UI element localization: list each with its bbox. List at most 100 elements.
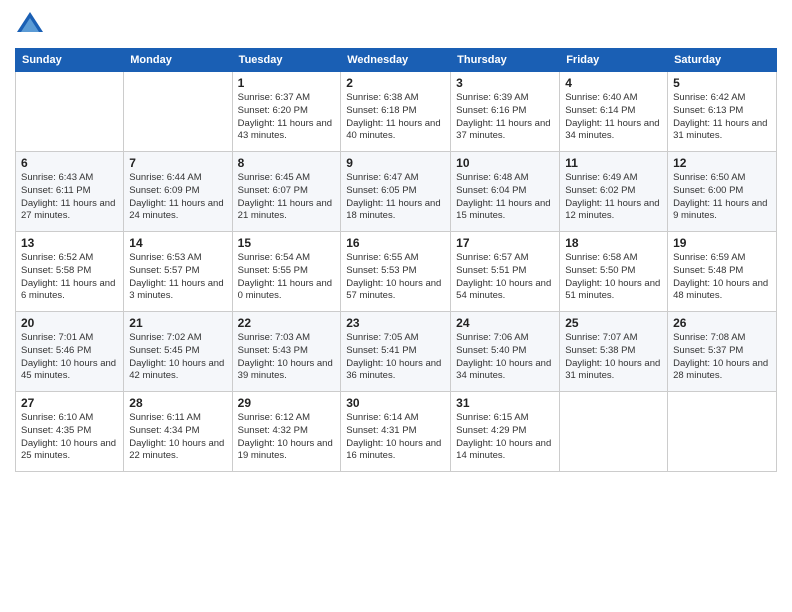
day-info: Sunrise: 6:53 AM Sunset: 5:57 PM Dayligh… xyxy=(129,252,226,303)
day-info: Sunrise: 7:08 AM Sunset: 5:37 PM Dayligh… xyxy=(673,332,771,383)
day-cell: 2 Sunrise: 6:38 AM Sunset: 6:18 PM Daylig… xyxy=(341,72,451,152)
weekday-friday: Friday xyxy=(560,49,668,72)
weekday-monday: Monday xyxy=(124,49,232,72)
day-cell: 27 Sunrise: 6:10 AM Sunset: 4:35 PM Dayli… xyxy=(16,392,124,472)
day-cell: 21Sunrise: 7:02 AM Sunset: 5:45 PM Dayli… xyxy=(124,312,232,392)
day-info: Sunrise: 6:50 AM Sunset: 6:00 PM Dayligh… xyxy=(673,172,771,223)
day-info: Sunrise: 6:37 AM Sunset: 6:20 PM Dayligh… xyxy=(238,92,336,143)
day-info: Sunrise: 6:44 AM Sunset: 6:09 PM Dayligh… xyxy=(129,172,226,223)
day-cell: 23Sunrise: 7:05 AM Sunset: 5:41 PM Dayli… xyxy=(341,312,451,392)
day-cell: 11 Sunrise: 6:49 AM Sunset: 6:02 PM Dayli… xyxy=(560,152,668,232)
weekday-saturday: Saturday xyxy=(668,49,777,72)
day-info: Sunrise: 6:54 AM Sunset: 5:55 PM Dayligh… xyxy=(238,252,336,303)
day-number: 2 xyxy=(346,76,445,90)
day-cell xyxy=(560,392,668,472)
day-info: Sunrise: 6:57 AM Sunset: 5:51 PM Dayligh… xyxy=(456,252,554,303)
day-number: 7 xyxy=(129,156,226,170)
day-number: 12 xyxy=(673,156,771,170)
weekday-header-row: SundayMondayTuesdayWednesdayThursdayFrid… xyxy=(16,49,777,72)
day-number: 26 xyxy=(673,316,771,330)
day-number: 8 xyxy=(238,156,336,170)
weekday-thursday: Thursday xyxy=(451,49,560,72)
day-number: 24 xyxy=(456,316,554,330)
day-info: Sunrise: 7:07 AM Sunset: 5:38 PM Dayligh… xyxy=(565,332,662,383)
day-number: 14 xyxy=(129,236,226,250)
day-cell: 31 Sunrise: 6:15 AM Sunset: 4:29 PM Dayli… xyxy=(451,392,560,472)
day-info: Sunrise: 6:10 AM Sunset: 4:35 PM Dayligh… xyxy=(21,412,118,463)
weekday-tuesday: Tuesday xyxy=(232,49,341,72)
day-info: Sunrise: 6:14 AM Sunset: 4:31 PM Dayligh… xyxy=(346,412,445,463)
week-row-1: 1 Sunrise: 6:37 AM Sunset: 6:20 PM Daylig… xyxy=(16,72,777,152)
day-number: 27 xyxy=(21,396,118,410)
day-cell: 16 Sunrise: 6:55 AM Sunset: 5:53 PM Dayli… xyxy=(341,232,451,312)
day-number: 13 xyxy=(21,236,118,250)
page: SundayMondayTuesdayWednesdayThursdayFrid… xyxy=(0,0,792,612)
day-cell: 15 Sunrise: 6:54 AM Sunset: 5:55 PM Dayli… xyxy=(232,232,341,312)
day-info: Sunrise: 6:55 AM Sunset: 5:53 PM Dayligh… xyxy=(346,252,445,303)
logo-icon xyxy=(15,10,45,40)
day-cell: 6 Sunrise: 6:43 AM Sunset: 6:11 PM Daylig… xyxy=(16,152,124,232)
week-row-5: 27 Sunrise: 6:10 AM Sunset: 4:35 PM Dayli… xyxy=(16,392,777,472)
day-cell: 12 Sunrise: 6:50 AM Sunset: 6:00 PM Dayli… xyxy=(668,152,777,232)
logo xyxy=(15,10,49,40)
week-row-4: 20 Sunrise: 7:01 AM Sunset: 5:46 PM Dayli… xyxy=(16,312,777,392)
day-cell: 3 Sunrise: 6:39 AM Sunset: 6:16 PM Daylig… xyxy=(451,72,560,152)
day-cell xyxy=(124,72,232,152)
day-number: 16 xyxy=(346,236,445,250)
day-info: Sunrise: 6:39 AM Sunset: 6:16 PM Dayligh… xyxy=(456,92,554,143)
day-cell: 7 Sunrise: 6:44 AM Sunset: 6:09 PM Daylig… xyxy=(124,152,232,232)
day-info: Sunrise: 6:11 AM Sunset: 4:34 PM Dayligh… xyxy=(129,412,226,463)
day-cell: 28Sunrise: 6:11 AM Sunset: 4:34 PM Dayli… xyxy=(124,392,232,472)
day-cell: 19 Sunrise: 6:59 AM Sunset: 5:48 PM Dayli… xyxy=(668,232,777,312)
day-cell: 5 Sunrise: 6:42 AM Sunset: 6:13 PM Daylig… xyxy=(668,72,777,152)
weekday-sunday: Sunday xyxy=(16,49,124,72)
day-number: 20 xyxy=(21,316,118,330)
day-number: 31 xyxy=(456,396,554,410)
day-info: Sunrise: 7:03 AM Sunset: 5:43 PM Dayligh… xyxy=(238,332,336,383)
day-cell: 14 Sunrise: 6:53 AM Sunset: 5:57 PM Dayli… xyxy=(124,232,232,312)
day-info: Sunrise: 6:38 AM Sunset: 6:18 PM Dayligh… xyxy=(346,92,445,143)
day-info: Sunrise: 6:49 AM Sunset: 6:02 PM Dayligh… xyxy=(565,172,662,223)
day-number: 29 xyxy=(238,396,336,410)
day-number: 19 xyxy=(673,236,771,250)
weekday-wednesday: Wednesday xyxy=(341,49,451,72)
day-number: 17 xyxy=(456,236,554,250)
day-number: 30 xyxy=(346,396,445,410)
day-cell: 29 Sunrise: 6:12 AM Sunset: 4:32 PM Dayli… xyxy=(232,392,341,472)
day-info: Sunrise: 6:59 AM Sunset: 5:48 PM Dayligh… xyxy=(673,252,771,303)
day-info: Sunrise: 6:15 AM Sunset: 4:29 PM Dayligh… xyxy=(456,412,554,463)
day-info: Sunrise: 7:06 AM Sunset: 5:40 PM Dayligh… xyxy=(456,332,554,383)
day-number: 1 xyxy=(238,76,336,90)
day-info: Sunrise: 6:45 AM Sunset: 6:07 PM Dayligh… xyxy=(238,172,336,223)
day-cell: 30 Sunrise: 6:14 AM Sunset: 4:31 PM Dayli… xyxy=(341,392,451,472)
day-info: Sunrise: 6:40 AM Sunset: 6:14 PM Dayligh… xyxy=(565,92,662,143)
day-cell: 26 Sunrise: 7:08 AM Sunset: 5:37 PM Dayli… xyxy=(668,312,777,392)
day-info: Sunrise: 6:12 AM Sunset: 4:32 PM Dayligh… xyxy=(238,412,336,463)
day-cell: 8 Sunrise: 6:45 AM Sunset: 6:07 PM Daylig… xyxy=(232,152,341,232)
day-number: 11 xyxy=(565,156,662,170)
calendar-table: SundayMondayTuesdayWednesdayThursdayFrid… xyxy=(15,48,777,472)
day-cell: 13 Sunrise: 6:52 AM Sunset: 5:58 PM Dayli… xyxy=(16,232,124,312)
day-number: 9 xyxy=(346,156,445,170)
day-cell: 25Sunrise: 7:07 AM Sunset: 5:38 PM Dayli… xyxy=(560,312,668,392)
day-cell: 20 Sunrise: 7:01 AM Sunset: 5:46 PM Dayli… xyxy=(16,312,124,392)
day-cell: 18Sunrise: 6:58 AM Sunset: 5:50 PM Dayli… xyxy=(560,232,668,312)
day-number: 6 xyxy=(21,156,118,170)
day-info: Sunrise: 6:52 AM Sunset: 5:58 PM Dayligh… xyxy=(21,252,118,303)
day-info: Sunrise: 6:47 AM Sunset: 6:05 PM Dayligh… xyxy=(346,172,445,223)
week-row-3: 13 Sunrise: 6:52 AM Sunset: 5:58 PM Dayli… xyxy=(16,232,777,312)
day-cell: 9 Sunrise: 6:47 AM Sunset: 6:05 PM Daylig… xyxy=(341,152,451,232)
day-number: 5 xyxy=(673,76,771,90)
day-cell xyxy=(668,392,777,472)
day-info: Sunrise: 6:42 AM Sunset: 6:13 PM Dayligh… xyxy=(673,92,771,143)
day-info: Sunrise: 6:43 AM Sunset: 6:11 PM Dayligh… xyxy=(21,172,118,223)
day-cell: 4Sunrise: 6:40 AM Sunset: 6:14 PM Daylig… xyxy=(560,72,668,152)
day-cell: 22Sunrise: 7:03 AM Sunset: 5:43 PM Dayli… xyxy=(232,312,341,392)
day-info: Sunrise: 7:01 AM Sunset: 5:46 PM Dayligh… xyxy=(21,332,118,383)
day-info: Sunrise: 6:58 AM Sunset: 5:50 PM Dayligh… xyxy=(565,252,662,303)
day-number: 3 xyxy=(456,76,554,90)
week-row-2: 6 Sunrise: 6:43 AM Sunset: 6:11 PM Daylig… xyxy=(16,152,777,232)
day-number: 10 xyxy=(456,156,554,170)
day-info: Sunrise: 7:02 AM Sunset: 5:45 PM Dayligh… xyxy=(129,332,226,383)
day-number: 15 xyxy=(238,236,336,250)
